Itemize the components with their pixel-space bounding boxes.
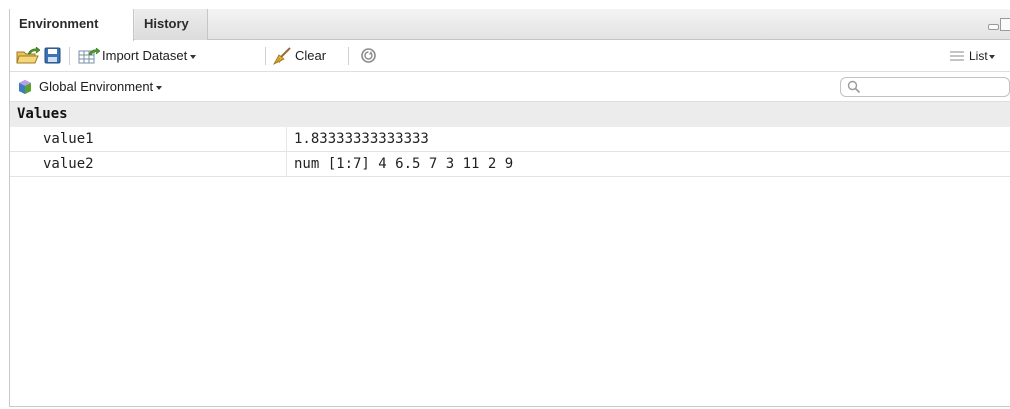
clear-button[interactable]: Clear — [272, 40, 326, 71]
environment-pane: Environment History Import Dataset Clear… — [9, 9, 1010, 407]
load-workspace-button[interactable] — [16, 40, 40, 71]
r-environment-cube-icon — [19, 79, 31, 94]
view-mode-label: List — [969, 48, 988, 63]
chevron-down-icon — [988, 54, 995, 59]
toolbar-separator — [265, 47, 266, 65]
save-workspace-button[interactable] — [44, 40, 61, 71]
tab-environment[interactable]: Environment — [10, 9, 134, 41]
clear-label: Clear — [295, 48, 327, 63]
chevron-down-icon — [190, 54, 197, 59]
variable-value: num [1:7] 4 6.5 7 3 11 2 9 — [294, 156, 514, 172]
view-mode-list-button[interactable]: List — [950, 40, 995, 71]
column-divider — [286, 127, 287, 177]
variable-name: value1 — [43, 131, 94, 147]
toolbar: Import Dataset Clear List — [10, 40, 1010, 72]
maximize-icon[interactable] — [1000, 18, 1010, 31]
variable-name: value2 — [43, 156, 94, 172]
broom-icon — [273, 46, 291, 65]
tab-history[interactable]: History — [135, 9, 208, 40]
import-dataset-label: Import Dataset — [102, 48, 188, 63]
search-box[interactable] — [840, 77, 1010, 97]
chevron-down-icon — [156, 85, 163, 90]
tab-bar: Environment History — [10, 9, 1010, 41]
refresh-button[interactable] — [360, 40, 377, 71]
open-folder-arrow-icon — [16, 46, 40, 63]
import-dataset-button[interactable]: Import Dataset — [78, 40, 197, 71]
search-input[interactable] — [865, 79, 1005, 95]
table-row[interactable]: value2 num [1:7] 4 6.5 7 3 11 2 9 — [10, 152, 1010, 177]
values-section-header: Values — [10, 102, 1010, 127]
toolbar-separator — [69, 47, 70, 65]
search-icon — [847, 80, 861, 94]
variable-value: 1.83333333333333 — [294, 131, 429, 147]
environment-selector[interactable]: Global Environment — [17, 72, 163, 101]
minimize-icon[interactable] — [988, 24, 999, 30]
environment-bar: Global Environment — [10, 72, 1010, 102]
table-import-icon — [78, 47, 100, 63]
window-buttons — [988, 18, 1010, 32]
list-lines-icon — [950, 51, 964, 60]
toolbar-separator — [348, 47, 349, 65]
floppy-disk-icon — [44, 47, 61, 64]
environment-selector-label: Global Environment — [39, 79, 154, 94]
refresh-icon — [361, 48, 376, 63]
table-row[interactable]: value1 1.83333333333333 — [10, 127, 1010, 152]
